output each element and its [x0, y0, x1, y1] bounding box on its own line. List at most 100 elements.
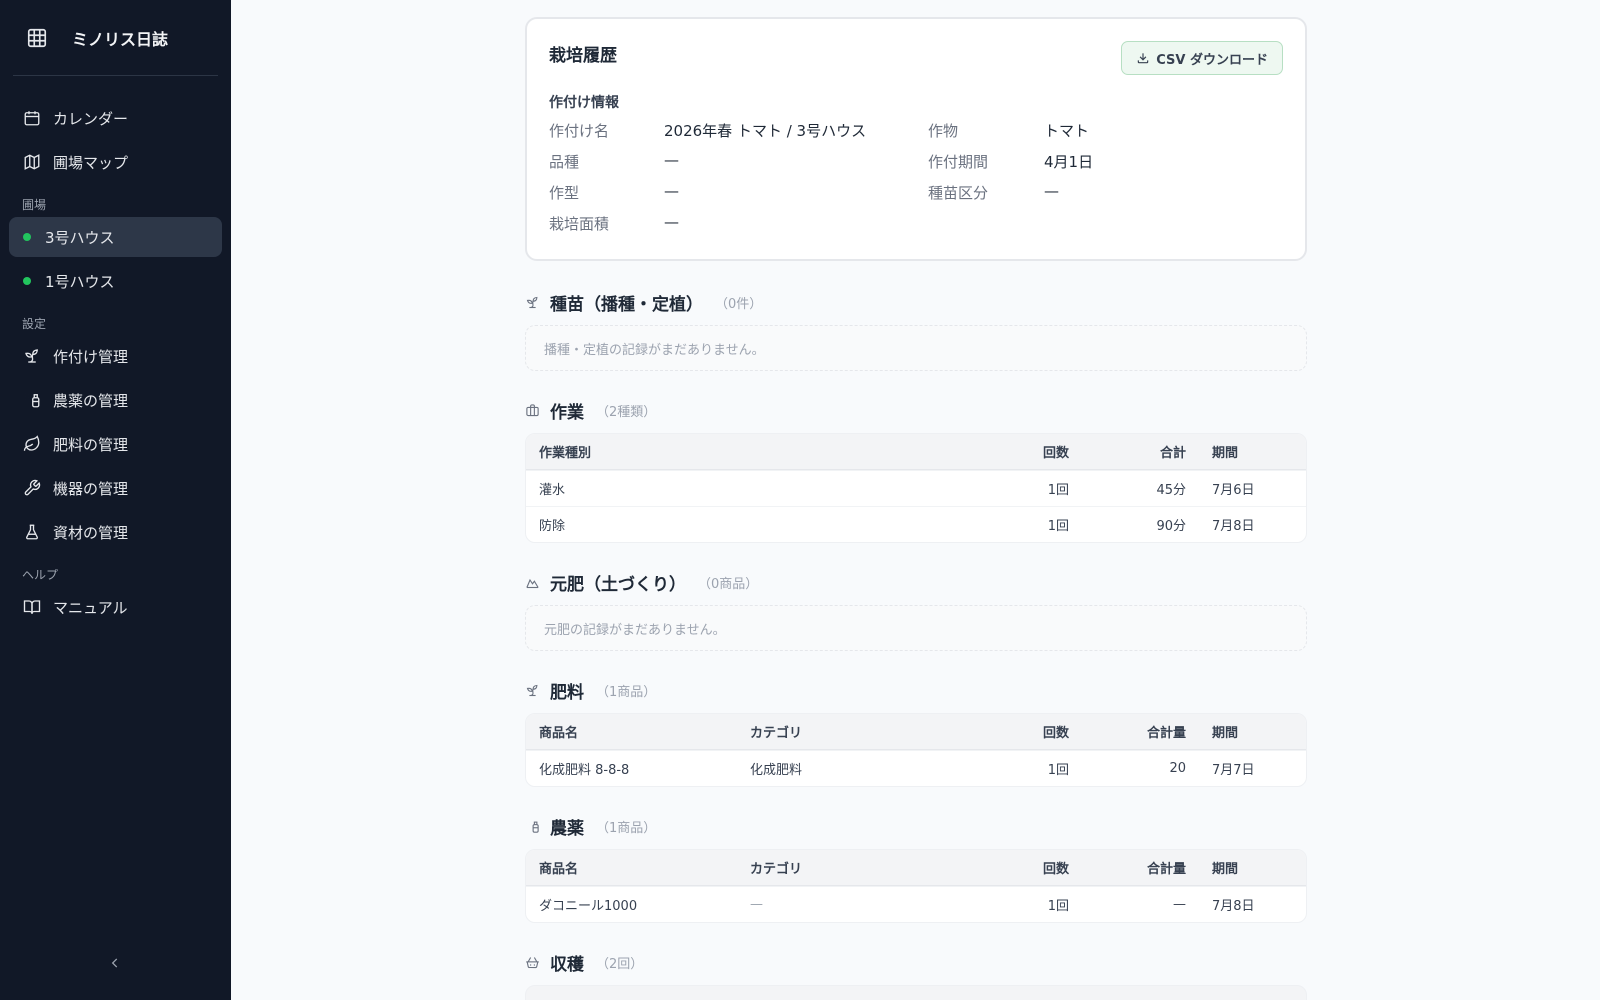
nav-label: 農薬の管理 [53, 391, 129, 410]
status-dot [23, 233, 31, 241]
info-value-type: — [664, 182, 679, 200]
crop-info-grid: 作付け名 2026年春 トマト / 3号ハウス 作物 トマト 品種 — 作付期間… [549, 120, 1283, 234]
nav-crop-management[interactable]: 作付け管理 [9, 336, 222, 376]
section-count: （1商品） [596, 820, 657, 836]
nav-calendar[interactable]: カレンダー [9, 98, 222, 138]
pesticide-table: 商品名 カテゴリ 回数 合計量 期間 ダコニール1000 — 1回 — 7月8日 [525, 849, 1307, 923]
sprout-icon [526, 296, 538, 308]
col-header: 回数 [1042, 726, 1069, 741]
col-header: カテゴリ [750, 862, 803, 877]
cell: 化成肥料 8-8-8 [539, 763, 630, 778]
col-header: 合計量 [1146, 726, 1186, 741]
section-title: 元肥（土づくり） [550, 574, 686, 595]
fertilizer-table: 商品名 カテゴリ 回数 合計量 期間 化成肥料 8-8-8 化成肥料 1回 20… [525, 713, 1307, 787]
section-label-fields: 圃場 [22, 198, 47, 212]
chevron-left-icon [111, 958, 118, 968]
base-fertilizer-section-header: 元肥（土づくり） （0商品） [525, 571, 1307, 595]
field-item-house-3[interactable]: 3号ハウス [9, 217, 222, 257]
table-header-row: 商品名 カテゴリ 回数 合計量 期間 [526, 714, 1306, 750]
mountain-icon [526, 578, 539, 588]
nav-materials-management[interactable]: 資材の管理 [9, 512, 222, 552]
info-value-crop: トマト [1044, 122, 1090, 140]
sidebar: ミノリス日誌 カレンダー 圃場マップ 圃場 3号ハウス 1号ハウス 設定 作付け… [0, 0, 231, 1000]
nav-label: カレンダー [53, 109, 129, 128]
col-header: 合計 [1159, 446, 1186, 461]
section-count: （0商品） [698, 576, 759, 592]
cell: 防除 [539, 519, 566, 534]
section-title: 作業 [550, 402, 584, 423]
nav-pesticide-management[interactable]: 農薬の管理 [9, 380, 222, 420]
harvest-section-header: 収穫 （2回） [525, 951, 1307, 975]
table-header-row: 作業種別 回数 合計 期間 [526, 434, 1306, 470]
col-header: 期間 [1212, 862, 1239, 877]
col-header: 期間 [1212, 726, 1239, 741]
briefcase-icon [526, 403, 539, 416]
section-count: （0件） [715, 296, 763, 312]
cell: — [1173, 897, 1186, 912]
info-key: 種苗区分 [928, 184, 989, 202]
harvest-table [525, 985, 1307, 1000]
nav-label: 資材の管理 [53, 523, 129, 542]
nav-equipment-management[interactable]: 機器の管理 [9, 468, 222, 508]
brand[interactable]: ミノリス日誌 [13, 0, 218, 76]
info-key: 作物 [928, 122, 959, 140]
section-title: 肥料 [550, 682, 584, 703]
flask-icon [26, 524, 38, 540]
col-header: カテゴリ [750, 726, 803, 741]
spray-icon [25, 392, 40, 408]
section-label-help: ヘルプ [22, 568, 59, 582]
cell: 7月6日 [1212, 483, 1255, 498]
col-header: 回数 [1042, 862, 1069, 877]
section-title: 農薬 [550, 818, 584, 839]
col-header: 期間 [1212, 446, 1239, 461]
col-header: 合計量 [1146, 862, 1186, 877]
section-title: 収穫 [550, 954, 584, 975]
nav-fertilizer-management[interactable]: 肥料の管理 [9, 424, 222, 464]
cell: — [750, 897, 763, 912]
table-row: 防除 1回 90分 7月8日 [526, 506, 1306, 542]
collapse-sidebar-button[interactable] [104, 952, 126, 974]
col-header: 回数 [1042, 446, 1069, 461]
sprout-icon [526, 684, 538, 696]
csv-download-label: CSV ダウンロード [1156, 52, 1268, 68]
cell: 45分 [1156, 483, 1186, 498]
cell: 7月8日 [1212, 899, 1255, 914]
info-key: 品種 [549, 153, 580, 171]
info-value-area: — [664, 213, 679, 231]
csv-download-button[interactable]: CSV ダウンロード [1121, 41, 1283, 75]
table-row: 化成肥料 8-8-8 化成肥料 1回 20 7月7日 [526, 750, 1306, 786]
nav-label: 作付け管理 [53, 347, 129, 366]
cell: 90分 [1156, 519, 1186, 534]
nav-field-map[interactable]: 圃場マップ [9, 142, 222, 182]
section-label-settings: 設定 [22, 317, 47, 331]
info-value-seed: — [1044, 182, 1059, 200]
table-row: ダコニール1000 — 1回 — 7月8日 [526, 886, 1306, 922]
grid-icon [27, 28, 47, 47]
info-value-period: 4月1日 [1044, 153, 1094, 171]
basket-icon [526, 956, 539, 968]
col-header: 商品名 [539, 726, 579, 741]
pesticide-section-header: 農薬 （1商品） [525, 815, 1307, 839]
main-content: 栽培履歴 CSV ダウンロード 作付け情報 作付け名 2026年春 トマト / … [231, 0, 1600, 1000]
cell: 1回 [1047, 763, 1069, 778]
nav-label: マニュアル [53, 598, 128, 617]
nav-manual[interactable]: マニュアル [9, 587, 222, 627]
spray-icon [526, 819, 539, 833]
info-key: 作付期間 [928, 153, 989, 171]
cell: 20 [1169, 761, 1186, 776]
col-header: 商品名 [539, 862, 579, 877]
nav-label: 肥料の管理 [53, 435, 129, 454]
field-item-house-1[interactable]: 1号ハウス [9, 261, 222, 301]
fertilizer-section-header: 肥料 （1商品） [525, 679, 1307, 703]
section-count: （2種類） [596, 404, 657, 420]
calendar-icon [24, 111, 40, 126]
cultivation-history-card: 栽培履歴 CSV ダウンロード 作付け情報 作付け名 2026年春 トマト / … [525, 17, 1307, 261]
map-icon [24, 154, 40, 170]
wrench-icon [24, 479, 41, 496]
info-key: 作型 [549, 184, 580, 202]
cell: 1回 [1047, 483, 1069, 498]
cell: 7月7日 [1212, 763, 1255, 778]
info-value-variety: — [664, 151, 679, 169]
info-key: 作付け名 [549, 122, 610, 140]
content-column: 栽培履歴 CSV ダウンロード 作付け情報 作付け名 2026年春 トマト / … [525, 17, 1307, 1000]
